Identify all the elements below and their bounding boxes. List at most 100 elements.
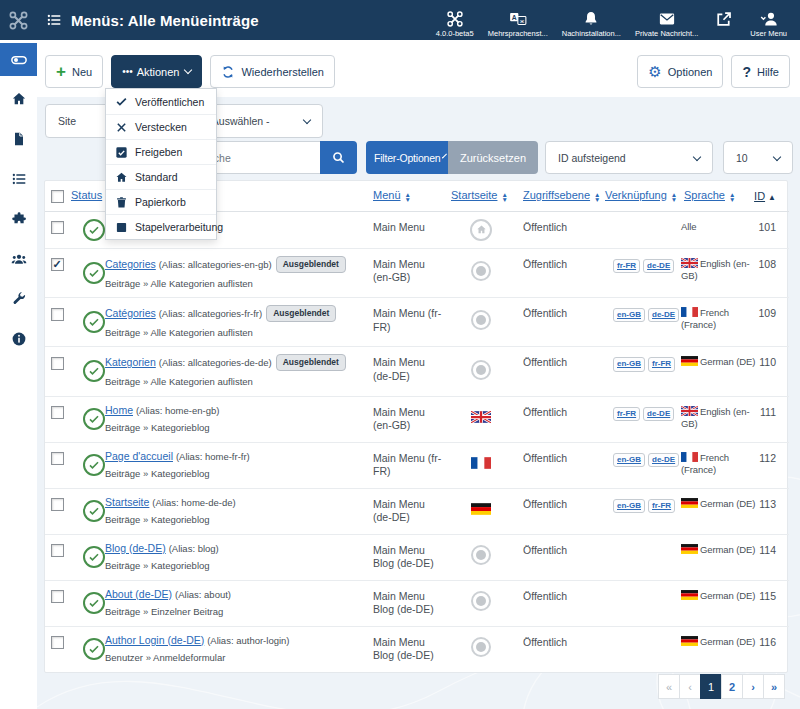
default-radio-icon[interactable] xyxy=(471,310,491,330)
association-badge[interactable]: de-DE xyxy=(648,453,679,467)
sidebar-item-help[interactable] xyxy=(0,319,37,359)
language-cell: English (en-GB) xyxy=(679,248,753,297)
default-radio-icon[interactable] xyxy=(471,637,491,657)
default-home-icon[interactable] xyxy=(470,219,492,241)
association-badge[interactable]: de-DE xyxy=(648,308,679,322)
rebuild-button[interactable]: Wiederherstellen xyxy=(210,55,335,88)
association-badge[interactable]: en-GB xyxy=(613,357,645,371)
topbar-item-joomla-logo[interactable]: 4.0.0-beta5 xyxy=(436,3,474,38)
published-status-icon[interactable] xyxy=(83,546,105,568)
association-badge[interactable]: de-DE xyxy=(643,407,674,421)
topbar-item-envelope[interactable]: Private Nachricht... xyxy=(635,3,698,38)
association-badge[interactable]: en-GB xyxy=(613,308,645,322)
published-status-icon[interactable] xyxy=(83,360,105,382)
page-title: Menüs: Alle Menüeinträge xyxy=(71,12,259,29)
menu-item-title-link[interactable]: Page d'accueil xyxy=(105,450,173,462)
sidebar-item-system[interactable] xyxy=(0,279,37,319)
select-all-checkbox[interactable] xyxy=(51,190,64,203)
limit-select[interactable]: 10 xyxy=(723,141,793,174)
column-header-language[interactable]: Sprache xyxy=(684,189,725,201)
new-button[interactable]: +Neu xyxy=(45,55,103,88)
column-header-id[interactable]: ID xyxy=(754,190,765,202)
association-badge[interactable]: en-GB xyxy=(613,499,645,513)
default-radio-icon[interactable] xyxy=(471,545,491,565)
search-button[interactable] xyxy=(320,141,357,174)
row-checkbox[interactable] xyxy=(51,308,64,321)
column-header-home[interactable]: Startseite xyxy=(451,189,497,201)
pagination-page-1[interactable]: 1 xyxy=(700,674,722,699)
row-checkbox[interactable] xyxy=(51,498,64,511)
row-checkbox[interactable] xyxy=(51,590,64,603)
menu-item-title-link[interactable]: About (de-DE) xyxy=(105,588,172,600)
topbar-item-bell[interactable]: Nachinstallation... xyxy=(562,3,621,38)
flag-de-icon xyxy=(681,356,698,366)
column-header-access[interactable]: Zugriffsebene xyxy=(523,189,590,201)
help-button[interactable]: ?Hilfe xyxy=(731,55,790,88)
actions-menu-item-stapelverarbeitung[interactable]: Stapelverarbeitung xyxy=(106,214,216,239)
sort-select[interactable]: ID aufsteigend xyxy=(545,141,713,174)
column-header-menu[interactable]: Menü xyxy=(373,189,401,201)
actions-button[interactable]: •••Aktionen xyxy=(111,55,202,88)
menu-item-title-link[interactable]: Home xyxy=(105,404,133,416)
column-header-status[interactable]: Status xyxy=(71,189,102,201)
sidebar-item-content[interactable] xyxy=(0,119,37,159)
row-checkbox[interactable] xyxy=(51,221,64,234)
default-radio-icon[interactable] xyxy=(471,591,491,611)
topbar-item-user[interactable]: User Menu xyxy=(750,3,787,38)
pagination-next-page[interactable]: › xyxy=(742,674,764,699)
menu-item-title-link[interactable]: Kategorien xyxy=(105,356,156,368)
published-status-icon[interactable] xyxy=(83,219,105,241)
actions-menu-item-papierkorb[interactable]: Papierkorb xyxy=(106,189,216,214)
default-radio-icon[interactable] xyxy=(471,261,491,281)
association-badge[interactable]: de-DE xyxy=(643,259,674,273)
association-badge[interactable]: en-GB xyxy=(613,453,645,467)
sidebar-item-menus[interactable] xyxy=(0,159,37,199)
home-cell xyxy=(449,297,513,346)
pagination-last-page[interactable]: » xyxy=(763,674,785,699)
actions-menu-item-verstecken[interactable]: Verstecken xyxy=(106,114,216,139)
menu-item-title-link[interactable]: Categories xyxy=(105,258,156,270)
trash-icon xyxy=(115,196,128,209)
menu-item-title-link[interactable]: Startseite xyxy=(105,496,149,508)
topbar-item-external-link[interactable] xyxy=(712,3,736,29)
published-status-icon[interactable] xyxy=(83,311,105,333)
sidebar-item-home[interactable] xyxy=(0,79,37,119)
sidebar-item-users[interactable] xyxy=(0,239,37,279)
association-badge[interactable]: fr-FR xyxy=(613,407,640,421)
row-checkbox[interactable] xyxy=(51,544,64,557)
sidebar-item-components[interactable] xyxy=(0,199,37,239)
association-badge[interactable]: fr-FR xyxy=(613,259,640,273)
id-cell: 108 xyxy=(753,248,789,297)
published-status-icon[interactable] xyxy=(83,638,105,660)
published-status-icon[interactable] xyxy=(83,262,105,284)
published-status-icon[interactable] xyxy=(83,454,105,476)
row-checkbox[interactable] xyxy=(51,357,64,370)
actions-menu-item-freigeben[interactable]: Freigeben xyxy=(106,139,216,164)
row-checkbox[interactable] xyxy=(51,258,64,271)
actions-menu-item-veröffentlichen[interactable]: Veröffentlichen xyxy=(106,89,216,114)
association-badge[interactable]: fr-FR xyxy=(648,499,675,513)
x-icon xyxy=(115,121,128,134)
pagination-page-2[interactable]: 2 xyxy=(721,674,743,699)
sidebar-item-toggle-menu[interactable] xyxy=(0,43,37,76)
row-checkbox[interactable] xyxy=(51,636,64,649)
menu-item-title-link[interactable]: Catégories xyxy=(105,307,156,319)
published-status-icon[interactable] xyxy=(83,500,105,522)
topbar-item-translate[interactable]: AжMehrsprachenst... xyxy=(488,3,548,38)
menu-item-label: Standard xyxy=(135,171,178,183)
clear-button[interactable]: Zurücksetzen xyxy=(448,141,538,174)
association-badge[interactable]: fr-FR xyxy=(648,357,675,371)
actions-menu-item-standard[interactable]: Standard xyxy=(106,164,216,189)
column-header-association[interactable]: Verknüpfung xyxy=(605,189,667,201)
options-button[interactable]: ⚙Optionen xyxy=(637,55,723,88)
unpublished-badge: Ausgeblendet xyxy=(276,354,346,371)
row-checkbox[interactable] xyxy=(51,406,64,419)
default-radio-icon[interactable] xyxy=(471,360,491,380)
published-status-icon[interactable] xyxy=(83,592,105,614)
actions-dropdown-menu: VeröffentlichenVersteckenFreigeben Standa… xyxy=(105,88,217,240)
menu-item-title-link[interactable]: Blog (de-DE) xyxy=(105,542,166,554)
filter-options-button[interactable]: Filter-Optionen xyxy=(366,141,448,174)
published-status-icon[interactable] xyxy=(83,408,105,430)
row-checkbox[interactable] xyxy=(51,452,64,465)
menu-item-title-link[interactable]: Author Login (de-DE) xyxy=(105,634,204,646)
